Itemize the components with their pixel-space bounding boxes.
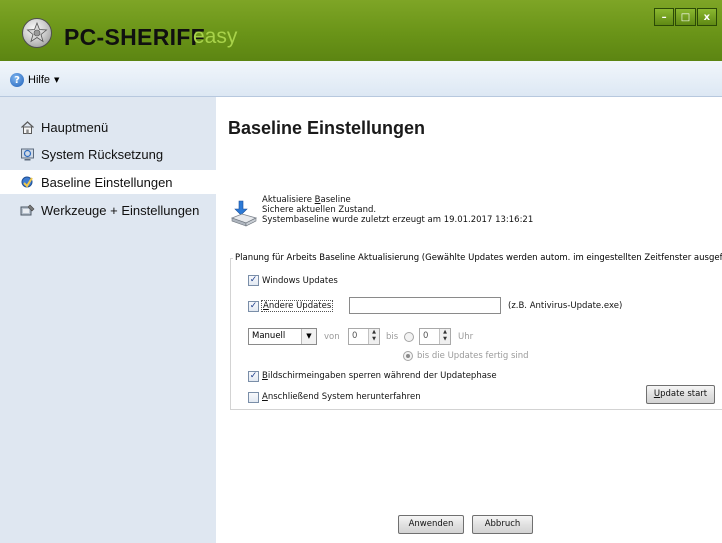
- page-title: Baseline Einstellungen: [228, 118, 426, 138]
- spinner-arrows-icon[interactable]: ▲ ▼: [368, 329, 379, 344]
- baseline-last-created: Systembaseline wurde zuletzt erzeugt am …: [262, 215, 534, 225]
- hard-drive-download-icon: [230, 200, 258, 228]
- update-exe-input[interactable]: [349, 297, 501, 314]
- apply-button[interactable]: Anwenden: [398, 515, 464, 534]
- close-button[interactable]: x: [696, 8, 717, 26]
- maximize-button[interactable]: □: [675, 8, 696, 26]
- close-icon: x: [703, 11, 711, 23]
- sidebar-item-werkzeuge[interactable]: Werkzeuge + Einstellungen: [0, 198, 216, 222]
- exe-input-hint: (z.B. Antivirus-Update.exe): [508, 301, 623, 311]
- cancel-button[interactable]: Abbruch: [472, 515, 533, 534]
- sidebar-item-label: Werkzeuge + Einstellungen: [41, 202, 200, 218]
- to-hour-spinner[interactable]: 0 ▲ ▼: [419, 328, 451, 345]
- chevron-down-icon: ▼: [54, 76, 60, 84]
- shutdown-checkbox[interactable]: [248, 392, 259, 403]
- help-menu-label: Hilfe: [28, 74, 51, 86]
- main-content: Baseline Einstellungen Aktualisiere Base…: [216, 97, 722, 543]
- from-label: von: [324, 332, 340, 342]
- sidebar-item-label: Baseline Einstellungen: [41, 174, 173, 190]
- sidebar-item-system-ruecksetzung[interactable]: System Rücksetzung: [0, 142, 216, 166]
- schedule-mode-select[interactable]: Manuell ▼: [248, 328, 317, 345]
- help-menu[interactable]: ? Hilfe ▼: [10, 71, 59, 89]
- sidebar-item-label: Hauptmenü: [41, 119, 109, 135]
- restore-icon: [20, 147, 35, 162]
- sidebar-item-hauptmenu[interactable]: Hauptmenü: [0, 115, 216, 139]
- sheriff-badge-logo: [22, 18, 52, 48]
- planning-groupbox: Planung für Arbeits Baseline Aktualisier…: [230, 253, 722, 410]
- lock-input-label: Bildschirmeingaben sperren während der U…: [262, 371, 497, 381]
- window-controls: – □ x: [654, 8, 718, 26]
- baseline-description: Sichere aktuellen Zustand.: [262, 205, 377, 215]
- lock-input-checkbox[interactable]: ✓: [248, 371, 259, 382]
- other-updates-checkbox[interactable]: ✓: [248, 301, 259, 312]
- from-hour-spinner[interactable]: 0 ▲ ▼: [348, 328, 380, 345]
- sidebar-item-label: System Rücksetzung: [41, 146, 164, 162]
- home-icon: [20, 120, 35, 135]
- menu-bar: ? Hilfe ▼: [0, 61, 722, 97]
- tools-icon: [20, 203, 35, 218]
- sidebar: Hauptmenü System Rücksetzung Baseline Ei…: [0, 97, 216, 543]
- maximize-icon: □: [680, 11, 691, 23]
- minimize-button[interactable]: –: [654, 8, 675, 26]
- help-icon: ?: [10, 73, 24, 87]
- planning-legend: Planung für Arbeits Baseline Aktualisier…: [233, 253, 722, 263]
- windows-updates-checkbox[interactable]: ✓: [248, 275, 259, 286]
- spinner-arrows-icon[interactable]: ▲ ▼: [439, 329, 450, 344]
- update-start-button[interactable]: Update start: [646, 385, 715, 404]
- baseline-icon: [20, 175, 35, 190]
- time-window-radio[interactable]: [404, 332, 414, 342]
- to-label: bis: [386, 332, 399, 342]
- other-updates-label: Andere Updates: [260, 300, 334, 312]
- update-baseline-link[interactable]: Aktualisiere Baseline: [262, 195, 533, 205]
- sidebar-item-baseline-einstellungen[interactable]: Baseline Einstellungen: [0, 170, 216, 194]
- app-name: PC-SHERIFF: [64, 24, 205, 50]
- until-done-radio[interactable]: [403, 351, 413, 361]
- minimize-icon: –: [661, 11, 667, 23]
- app-edition: easy: [193, 25, 238, 48]
- shutdown-label: Anschließend System herunterfahren: [262, 392, 421, 402]
- hour-unit-label: Uhr: [458, 332, 474, 342]
- until-done-label: bis die Updates fertig sind: [417, 351, 529, 361]
- title-bar: PC-SHERIFF easy – □ x: [0, 0, 722, 61]
- windows-updates-label: Windows Updates: [262, 276, 338, 286]
- chevron-down-icon: ▼: [301, 329, 316, 344]
- baseline-info-text: Aktualisiere Baseline Sichere aktuellen …: [262, 195, 533, 225]
